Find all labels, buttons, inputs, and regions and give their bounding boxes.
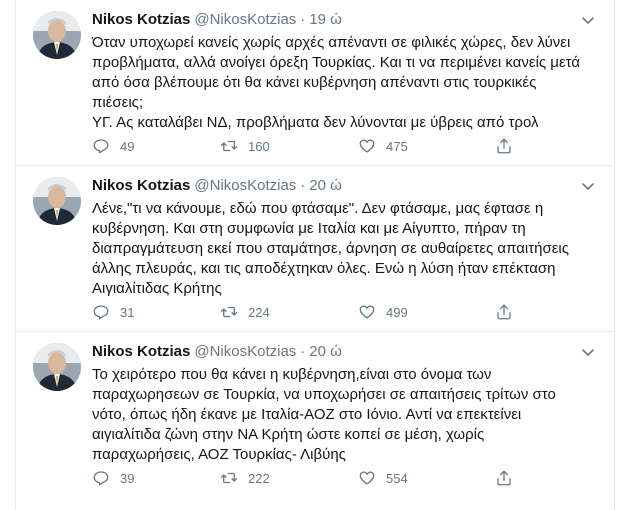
separator: · [300,11,306,28]
separator: · [300,177,306,194]
retweet-icon [220,306,238,318]
tweet-actions: 49 160 475 [92,136,552,156]
tweet-header: Nikos Kotzias @NikosKotzias · 20 ώ [92,342,342,362]
tweet-actions: 39 222 554 [92,468,552,488]
timestamp[interactable]: 20 ώ [309,343,342,360]
retweet-icon [220,472,238,484]
reply-button[interactable]: 31 [92,302,134,322]
retweet-count: 224 [248,304,270,320]
like-button[interactable]: 475 [358,136,408,156]
avatar[interactable] [33,11,81,59]
tweet[interactable]: Nikos Kotzias @NikosKotzias · 20 ώ Το χειρό… [16,332,614,510]
tweet-actions: 31 224 499 [92,302,552,322]
avatar[interactable] [33,177,81,225]
separator: · [300,343,306,360]
timeline: Nikos Kotzias @NikosKotzias · 19 ώ Όταν υπο… [15,0,615,510]
reply-icon [93,471,109,486]
author-handle[interactable]: @NikosKotzias [194,177,296,194]
like-count: 475 [386,138,408,154]
heart-icon [359,471,375,485]
timestamp[interactable]: 19 ώ [309,11,342,28]
heart-icon [359,305,375,319]
chevron-down-icon[interactable] [580,178,596,194]
author-handle[interactable]: @NikosKotzias [194,343,296,360]
avatar-image [33,11,81,59]
like-button[interactable]: 554 [358,468,408,488]
reply-count: 39 [120,470,135,486]
share-button[interactable] [495,468,523,488]
like-button[interactable]: 499 [358,302,408,322]
share-button[interactable] [495,302,523,322]
retweet-button[interactable]: 224 [220,302,270,322]
like-count: 554 [386,470,408,486]
like-count: 499 [386,304,408,320]
reply-count: 31 [120,304,135,320]
share-icon [497,470,511,486]
share-button[interactable] [495,136,523,156]
tweet-text: Το χειρότερο που θα κάνει η κυβέρνηση,εί… [92,366,556,463]
retweet-button[interactable]: 160 [220,136,270,156]
reply-icon [93,305,109,320]
chevron-down-icon[interactable] [580,344,596,360]
avatar-image [33,177,81,225]
reply-count: 49 [120,138,135,154]
tweet-text: Όταν υποχωρεί κανείς χωρίς αρχές απέναντ… [92,34,581,131]
chevron-down-icon[interactable] [580,12,596,28]
share-icon [497,304,511,320]
timestamp[interactable]: 20 ώ [309,177,342,194]
tweet-text: Λένε,"τι να κάνουμε, εδώ που φτάσαμε". Δ… [92,200,569,297]
reply-button[interactable]: 49 [92,136,134,156]
author-handle[interactable]: @NikosKotzias [194,11,296,28]
heart-icon [359,139,375,153]
retweet-count: 222 [248,470,270,486]
reply-icon [93,139,109,154]
avatar[interactable] [33,343,81,391]
tweet[interactable]: Nikos Kotzias @NikosKotzias · 19 ώ Όταν υπο… [16,0,614,166]
tweet[interactable]: Nikos Kotzias @NikosKotzias · 20 ώ Λένε,"τι… [16,166,614,332]
share-icon [497,138,511,154]
retweet-button[interactable]: 222 [220,468,270,488]
retweet-count: 160 [248,138,270,154]
author-name[interactable]: Nikos Kotzias [92,11,190,28]
author-name[interactable]: Nikos Kotzias [92,177,190,194]
tweet-header: Nikos Kotzias @NikosKotzias · 20 ώ [92,176,342,196]
avatar-image [33,343,81,391]
author-name[interactable]: Nikos Kotzias [92,343,190,360]
reply-button[interactable]: 39 [92,468,134,488]
retweet-icon [220,140,238,152]
tweet-header: Nikos Kotzias @NikosKotzias · 19 ώ [92,10,342,30]
